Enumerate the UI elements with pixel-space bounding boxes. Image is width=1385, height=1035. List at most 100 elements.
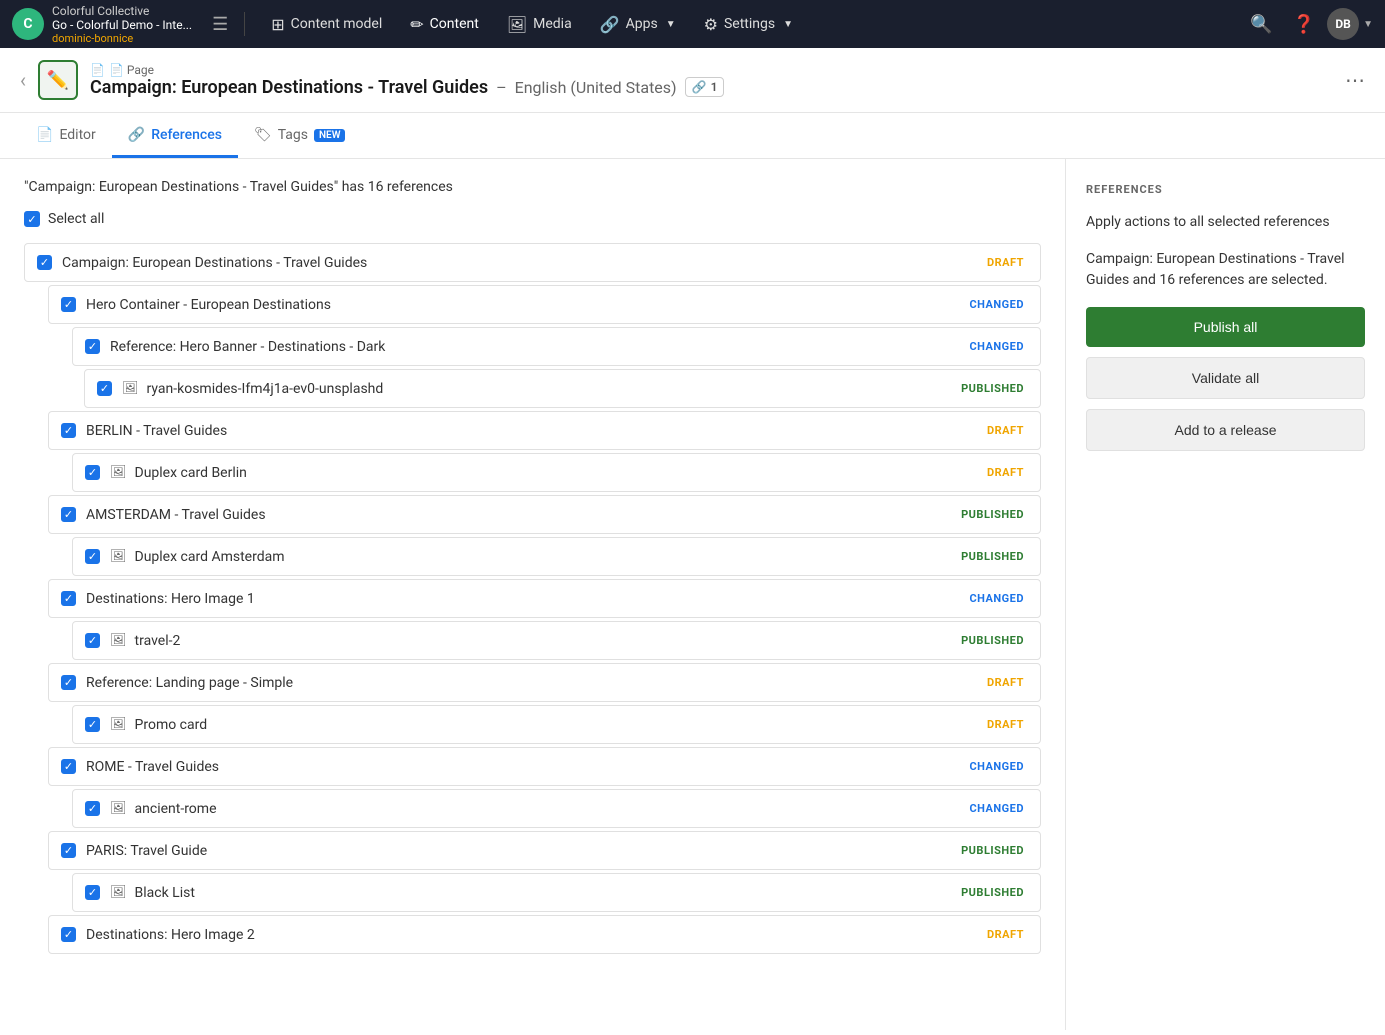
ref-row[interactable]: Reference: Hero Banner - Destinations - … [72, 327, 1041, 366]
ref-row[interactable]: 🖼 Promo card DRAFT [72, 705, 1041, 744]
ref-title: Duplex card Amsterdam [135, 549, 958, 565]
ref-title: ROME - Travel Guides [86, 759, 965, 775]
ref-row[interactable]: AMSTERDAM - Travel Guides PUBLISHED [48, 495, 1041, 534]
tabs-bar: 📄 Editor 🔗 References 🏷 Tags NEW [0, 113, 1385, 159]
ref-row[interactable]: 🖼 travel-2 PUBLISHED [72, 621, 1041, 660]
ref-title: Black List [135, 885, 958, 901]
tab-tags[interactable]: 🏷 Tags NEW [238, 113, 362, 158]
status-badge: DRAFT [983, 464, 1028, 481]
status-badge: DRAFT [983, 422, 1028, 439]
nav-item-media[interactable]: 🖼 Media [497, 0, 582, 48]
main-layout: "Campaign: European Destinations - Trave… [0, 159, 1385, 1030]
ref-checkbox[interactable] [61, 759, 76, 774]
nav-label-apps: Apps [626, 16, 658, 32]
validate-all-button[interactable]: Validate all [1086, 357, 1365, 399]
logo[interactable]: C [12, 8, 44, 40]
avatar-chevron-icon[interactable]: ▼ [1363, 19, 1373, 30]
nav-label-settings: Settings [724, 16, 775, 32]
tab-references[interactable]: 🔗 References [112, 113, 238, 158]
breadcrumb-page-icon: 📄 [90, 63, 105, 77]
image-icon: 🖼 [110, 465, 127, 480]
user-avatar[interactable]: DB [1327, 8, 1359, 40]
ref-checkbox[interactable] [85, 885, 100, 900]
ref-checkbox[interactable] [85, 339, 100, 354]
nav-item-content-model[interactable]: ⊞ Content model [261, 0, 392, 48]
ref-checkbox[interactable] [85, 465, 100, 480]
ref-row[interactable]: ROME - Travel Guides CHANGED [48, 747, 1041, 786]
nav-label-content-model: Content model [291, 16, 383, 32]
ref-checkbox[interactable] [37, 255, 52, 270]
select-all-checkbox-label[interactable]: Select all [24, 211, 104, 227]
status-badge: DRAFT [983, 926, 1028, 943]
nav-divider [244, 12, 245, 36]
org-name: Colorful Collective [52, 4, 192, 18]
ref-row[interactable]: 🖼 Black List PUBLISHED [72, 873, 1041, 912]
entry-header: ‹ ✏️ 📄 📄 Page Campaign: European Destina… [0, 48, 1385, 113]
ref-checkbox[interactable] [61, 591, 76, 606]
status-badge: PUBLISHED [957, 548, 1028, 565]
status-badge: PUBLISHED [957, 506, 1028, 523]
ref-row[interactable]: BERLIN - Travel Guides DRAFT [48, 411, 1041, 450]
status-badge: CHANGED [965, 338, 1028, 355]
add-to-release-button[interactable]: Add to a release [1086, 409, 1365, 451]
apps-chevron-icon: ▼ [666, 19, 676, 30]
ref-row[interactable]: Reference: Landing page - Simple DRAFT [48, 663, 1041, 702]
select-all-label: Select all [48, 211, 104, 227]
status-badge: DRAFT [983, 254, 1028, 271]
ref-checkbox[interactable] [61, 675, 76, 690]
entry-links[interactable]: 🔗 1 [685, 77, 725, 97]
ref-checkbox[interactable] [61, 423, 76, 438]
ref-title: BERLIN - Travel Guides [86, 423, 983, 439]
image-icon: 🖼 [110, 633, 127, 648]
help-icon[interactable]: ❓ [1285, 6, 1323, 43]
references-list: Campaign: European Destinations - Travel… [24, 243, 1041, 957]
entry-title-text: Campaign: European Destinations - Travel… [90, 77, 488, 98]
entry-locale-name: English (United States) [515, 78, 677, 97]
nav-item-settings[interactable]: ⚙ Settings ▼ [694, 0, 803, 48]
ref-row[interactable]: 🖼 Duplex card Amsterdam PUBLISHED [72, 537, 1041, 576]
ref-row[interactable]: 🖼 Duplex card Berlin DRAFT [72, 453, 1041, 492]
ref-title: AMSTERDAM - Travel Guides [86, 507, 957, 523]
ref-row[interactable]: 🖼 ancient-rome CHANGED [72, 789, 1041, 828]
ref-row[interactable]: Hero Container - European Destinations C… [48, 285, 1041, 324]
back-button[interactable]: ‹ [20, 68, 26, 92]
image-icon: 🖼 [122, 381, 139, 396]
ref-checkbox[interactable] [85, 633, 100, 648]
nav-item-content[interactable]: ✏ Content [400, 0, 489, 48]
entry-locale: – [496, 78, 507, 97]
search-icon[interactable]: 🔍 [1242, 6, 1280, 43]
ref-checkbox[interactable] [85, 801, 100, 816]
ref-title: Promo card [135, 717, 983, 733]
panel-title: REFERENCES [1086, 183, 1365, 196]
ref-checkbox[interactable] [85, 549, 100, 564]
ref-checkbox[interactable] [61, 843, 76, 858]
status-badge: CHANGED [965, 758, 1028, 775]
ref-checkbox[interactable] [61, 297, 76, 312]
ref-row[interactable]: PARIS: Travel Guide PUBLISHED [48, 831, 1041, 870]
status-badge: DRAFT [983, 716, 1028, 733]
ref-checkbox[interactable] [85, 717, 100, 732]
ref-checkbox[interactable] [97, 381, 112, 396]
tab-editor[interactable]: 📄 Editor [20, 113, 112, 158]
nav-label-content: Content [430, 16, 479, 32]
select-all-checkbox[interactable] [24, 211, 40, 227]
ref-title: Reference: Landing page - Simple [86, 675, 983, 691]
publish-all-button[interactable]: Publish all [1086, 307, 1365, 347]
ref-checkbox[interactable] [61, 507, 76, 522]
more-options-button[interactable]: ⋯ [1345, 68, 1365, 92]
nav-item-apps[interactable]: 🔗 Apps ▼ [590, 0, 686, 48]
menu-icon[interactable]: ☰ [212, 14, 228, 35]
ref-row[interactable]: Destinations: Hero Image 2 DRAFT [48, 915, 1041, 954]
ref-row[interactable]: Campaign: European Destinations - Travel… [24, 243, 1041, 282]
ref-checkbox[interactable] [61, 927, 76, 942]
ref-title: Destinations: Hero Image 1 [86, 591, 965, 607]
image-icon: 🖼 [110, 549, 127, 564]
ref-title: PARIS: Travel Guide [86, 843, 957, 859]
ref-row[interactable]: Destinations: Hero Image 1 CHANGED [48, 579, 1041, 618]
settings-chevron-icon: ▼ [783, 19, 793, 30]
image-icon: 🖼 [110, 801, 127, 816]
tag-icon: 🏷 [254, 127, 272, 143]
ref-row[interactable]: 🖼 ryan-kosmides-Ifm4j1a-ev0-unsplashd PU… [84, 369, 1041, 408]
org-info: Colorful Collective Go - Colorful Demo -… [52, 4, 192, 45]
ref-title: Destinations: Hero Image 2 [86, 927, 983, 943]
